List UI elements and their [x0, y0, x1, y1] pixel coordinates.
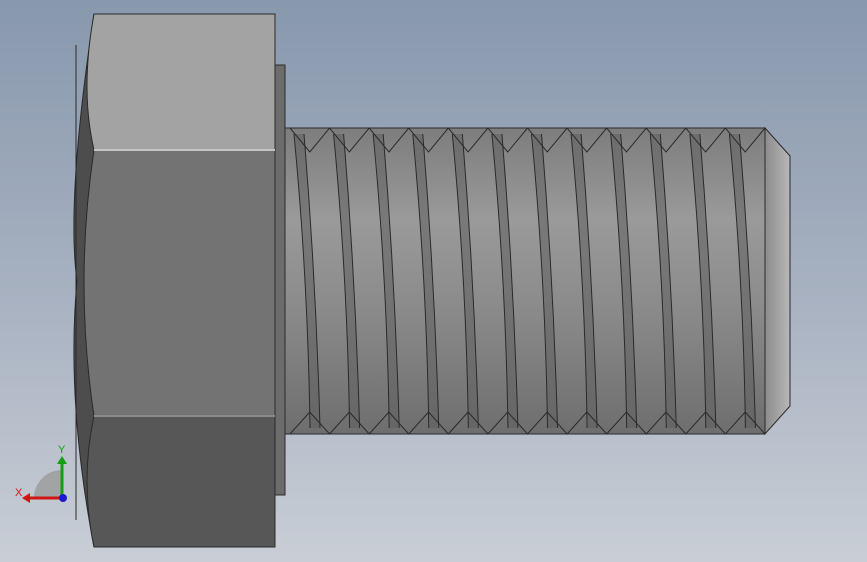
triad-y-arrow: [57, 456, 67, 464]
triad-x-label: X: [15, 487, 23, 499]
hex-face-middle: [83, 149, 276, 417]
coordinate-triad: Y X: [15, 444, 67, 503]
bolt-hex-head: [73, 13, 276, 548]
bolt-tip: [764, 126, 791, 436]
triad-quarter-disc: [34, 470, 62, 498]
3d-viewport[interactable]: Y X: [0, 0, 867, 562]
hex-face-bottom: [86, 415, 276, 548]
triad-z-axis: [59, 494, 67, 502]
hex-face-top: [86, 13, 276, 151]
triad-y-label: Y: [58, 444, 66, 456]
bolt-model[interactable]: [0, 0, 867, 562]
triad-x-arrow: [22, 493, 30, 503]
bolt-shank: [284, 127, 766, 435]
bolt-underhead-face: [274, 64, 286, 496]
